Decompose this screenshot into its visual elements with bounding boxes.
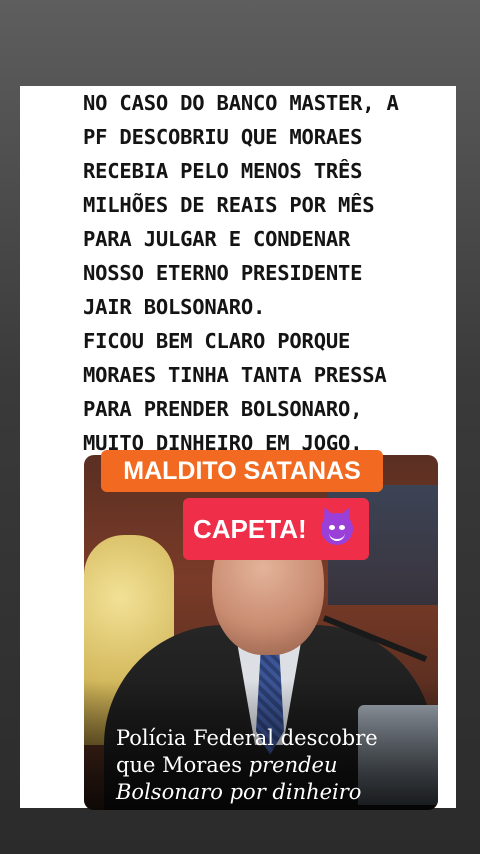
headline-line: JAIR BOLSONARO.: [83, 295, 266, 319]
headline-line: RECEBIA PELO MENOS TRÊS: [83, 159, 363, 183]
caption-text: que Moraes: [116, 753, 249, 777]
sticker-capeta[interactable]: CAPETA!: [183, 498, 369, 560]
headline-line: NO CASO DO BANCO MASTER, A: [83, 91, 399, 115]
caption-line-2: que Moraes prendeu: [116, 752, 436, 779]
headline-line: PARA JULGAR E CONDENAR: [83, 227, 351, 251]
devil-eye-icon: [329, 525, 335, 530]
caption-line-1: Polícia Federal descobre: [116, 726, 378, 750]
devil-smile-icon: [329, 532, 345, 541]
headline-line: PF DESCOBRIU QUE MORAES: [83, 125, 363, 149]
sticker-maldito-satanas[interactable]: MALDITO SATANAS: [101, 450, 383, 492]
photo-caption: Polícia Federal descobre que Moraes pren…: [116, 725, 436, 806]
headline-line: PARA PRENDER BOLSONARO,: [83, 397, 363, 421]
sticker-capeta-label: CAPETA!: [193, 514, 307, 544]
headline-text: NO CASO DO BANCO MASTER, A PF DESCOBRIU …: [83, 86, 455, 460]
headline-line: MORAES TINHA TANTA PRESSA: [83, 363, 387, 387]
caption-line-3: Bolsonaro por dinheiro: [116, 779, 436, 806]
headline-line: FICOU BEM CLARO PORQUE: [83, 329, 351, 353]
caption-italic: Bolsonaro por dinheiro: [116, 780, 362, 804]
smiling-devil-icon: [321, 513, 353, 545]
caption-italic: prendeu: [248, 753, 338, 777]
headline-line: MILHÕES DE REAIS POR MÊS: [83, 193, 375, 217]
headline-line: NOSSO ETERNO PRESIDENTE: [83, 261, 363, 285]
devil-eye-icon: [339, 525, 345, 530]
